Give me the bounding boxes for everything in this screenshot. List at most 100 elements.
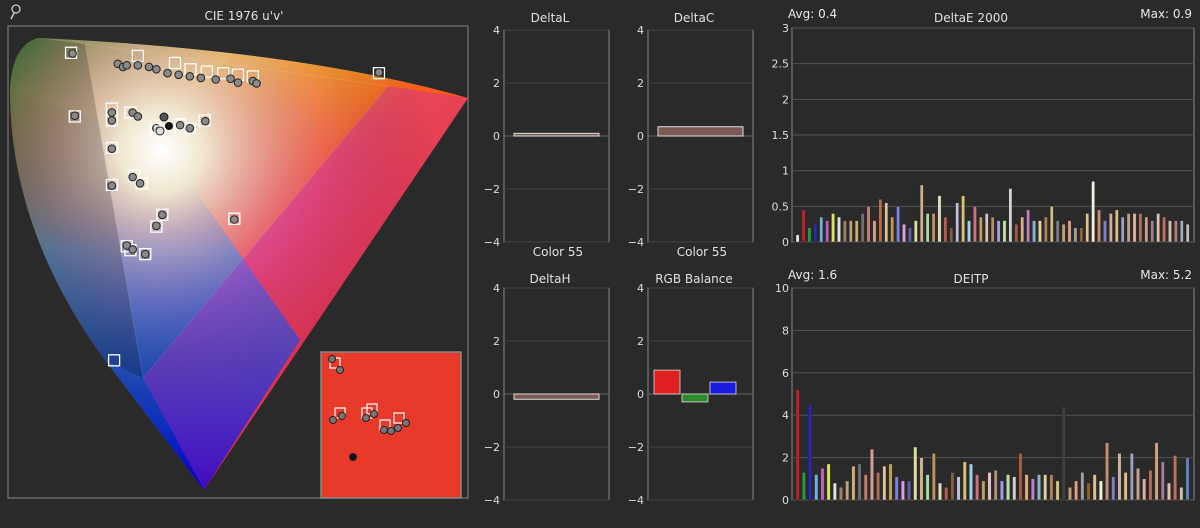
deltaH-title: DeltaH [529,272,570,286]
mini-charts-svg: DeltaL 4 2 0 −2 −4 Color 55 DeltaC 4 2 0 −2 −4 C… [484,11,754,507]
data-bar [878,198,883,243]
data-bar [1044,216,1048,243]
data-bar [854,220,859,243]
deltaC-label: Color 55 [677,245,727,259]
data-bar [1067,220,1072,243]
data-bar [937,195,942,243]
green-balance-bar [681,393,709,403]
data-bar [1174,220,1178,243]
measured-marker [107,181,117,190]
deltaC-title: DeltaC [674,11,714,25]
y-tick-label: 1 [782,165,789,178]
data-bar [1132,213,1137,243]
data-bar [1002,220,1007,243]
data-bar [1037,474,1041,501]
data-bar [962,461,967,501]
data-bar [1092,474,1097,501]
cie-inset [320,351,462,499]
y-tick-label: 4 [493,24,500,37]
data-bar [961,195,965,243]
y-tick-label: −2 [628,441,644,454]
y-tick-label: −2 [484,441,500,454]
data-bar [1061,223,1066,243]
measured-marker [174,70,183,80]
cie-diagram: CIE 1976 u'v' [7,4,469,499]
data-bar [1123,472,1128,501]
y-tick-label: 8 [782,324,789,337]
data-bar [1179,487,1184,501]
data-bar [949,227,954,243]
data-bar [813,223,818,243]
inset-measured-marker [338,412,346,420]
y-tick-label: 0 [637,388,644,401]
data-bar [1014,223,1019,243]
data-bar [1043,474,1048,501]
magnifier-icon[interactable] [10,4,21,20]
y-tick-label: 2 [637,77,644,90]
data-bar [1154,442,1159,501]
data-bar [1173,455,1178,501]
data-bar [1150,220,1155,243]
measured-marker [107,116,117,125]
y-tick-label: 3 [782,22,789,35]
bar-charts-svg: Avg: 0.4 DeltaE 2000 Max: 0.9 0 0.5 1 1.5 2 2… [772,7,1195,507]
data-bar [832,482,837,501]
measured-marker [152,221,161,231]
data-bar [843,220,847,243]
data-bar [801,209,806,243]
data-bar [996,220,1001,243]
measured-marker [140,249,150,259]
y-tick-label: 0 [493,130,500,143]
data-bar [820,468,825,501]
data-bar [1148,470,1153,501]
measured-marker [152,64,161,74]
data-bar [914,220,918,243]
data-bar [1061,406,1066,501]
data-bar [1018,453,1023,501]
data-bar [1008,188,1013,243]
y-tick-label: 1.5 [772,129,790,142]
data-bar [1185,457,1190,501]
measured-marker [107,108,117,117]
deltaC-chart: DeltaC 4 2 0 −2 −4 Color 55 [628,11,754,259]
y-tick-label: 2 [782,93,789,106]
deitp-chart: Avg: 1.6 DEITP Max: 5.2 0 2 4 6 8 10 [775,268,1195,507]
data-bar [825,220,830,243]
deltae2000-title: DeltaE 2000 [934,11,1008,25]
inset-measured-marker [370,410,378,418]
measured-marker [135,179,145,188]
data-bar [913,446,918,501]
data-bar [1185,223,1190,243]
data-bar [857,463,862,501]
data-bar [801,472,806,501]
data-bar [807,227,812,243]
data-bar [1103,220,1107,243]
data-bar [956,476,961,501]
measured-marker [196,73,206,83]
inset-measured-marker [328,355,336,363]
deltaL-title: DeltaL [531,11,570,25]
data-bar [896,206,900,243]
y-tick-label: 0.5 [772,200,790,213]
y-tick-label: −4 [628,236,644,249]
data-bar [1138,213,1143,243]
data-bar [925,213,930,243]
measured-marker [158,210,167,220]
data-bar [1080,472,1085,501]
data-bar [866,206,871,243]
data-bar [993,470,998,501]
data-bar [1030,478,1035,501]
data-bar [907,480,911,501]
data-bar [984,213,989,243]
data-bar [1049,206,1054,243]
deitp-max: Max: 5.2 [1140,268,1192,282]
data-bar [870,448,874,501]
y-tick-label: −2 [484,183,500,196]
data-bar [981,480,986,501]
deltae2000-max: Max: 0.9 [1140,7,1192,21]
data-bar [831,213,835,243]
y-tick-label: 2 [637,335,644,348]
y-tick-label: 0 [637,130,644,143]
data-bar [890,216,895,243]
data-bar [1091,181,1095,243]
